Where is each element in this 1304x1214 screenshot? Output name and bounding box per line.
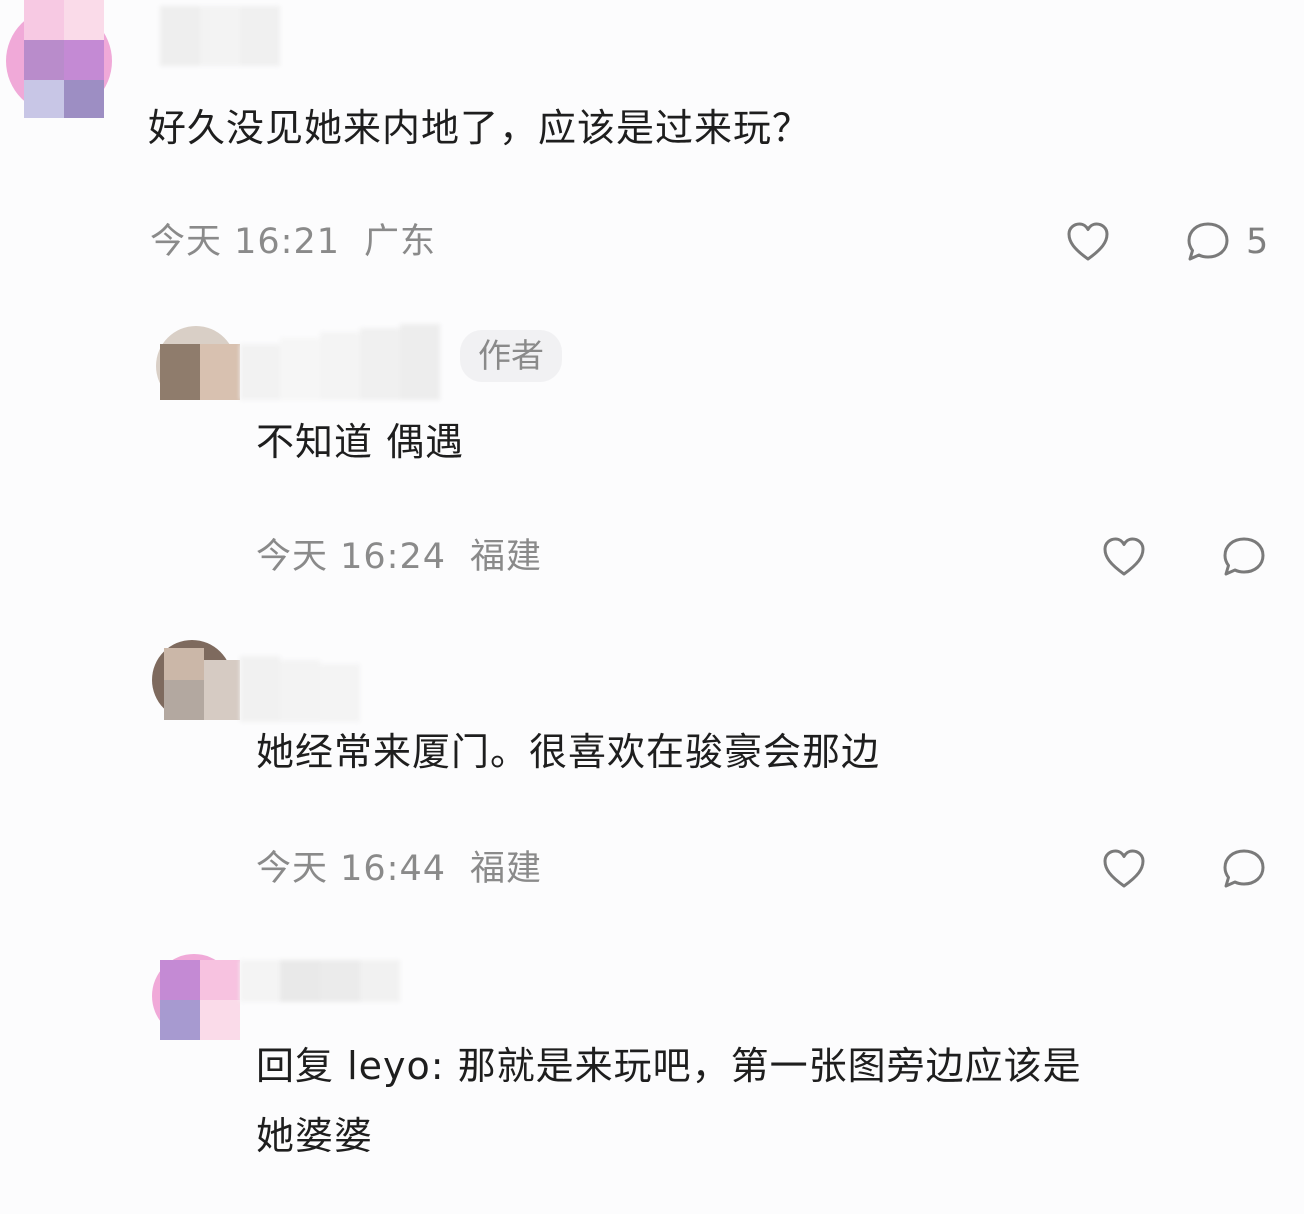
comment-text: 不知道 偶遇 [256,420,465,464]
heart-icon[interactable] [1100,845,1148,893]
comment-bubble-icon[interactable] [1220,845,1268,893]
username-blurred[interactable] [240,656,360,722]
avatar[interactable] [152,954,240,1040]
comment-location: 福建 [470,537,543,577]
comment-location: 福建 [470,849,543,889]
comment-time: 今天 16:44 [256,849,446,889]
username-blurred[interactable] [240,324,440,402]
username-blurred[interactable] [240,960,400,1002]
heart-icon[interactable] [1064,218,1112,266]
comment-bubble-icon[interactable] [1220,533,1268,581]
avatar[interactable] [156,326,240,400]
comment-time: 今天 16:21 [150,222,340,262]
comment-location: 广东 [364,222,437,262]
comment-text-line-2: 她婆婆 [256,1114,374,1158]
heart-icon[interactable] [1100,533,1148,581]
author-badge: 作者 [460,330,562,382]
avatar[interactable] [152,640,240,720]
comment-text-line-1: 回复 leyo: 那就是来玩吧，第一张图旁边应该是 [256,1044,1082,1088]
comment-time: 今天 16:24 [256,537,446,577]
comment-bubble-icon[interactable] [1184,218,1232,266]
comment-text: 她经常来厦门。很喜欢在骏豪会那边 [256,730,881,774]
comment-text: 好久没见她来内地了，应该是过来玩？ [148,106,812,150]
avatar[interactable] [4,0,122,118]
username-blurred[interactable] [160,6,280,66]
reply-count: 5 [1246,222,1269,262]
